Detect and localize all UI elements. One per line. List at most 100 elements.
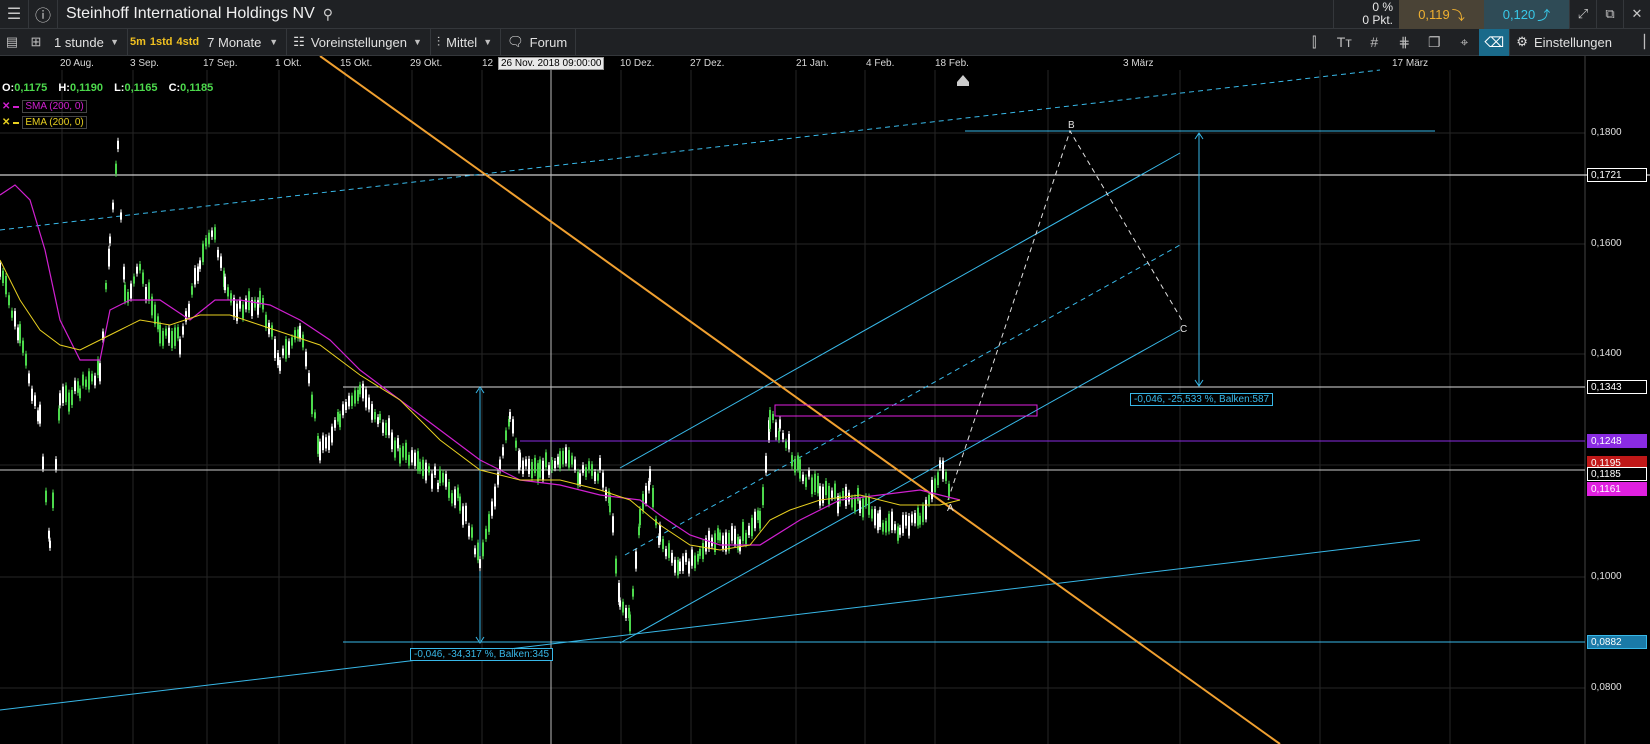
- text-tool-icon[interactable]: Tт: [1329, 29, 1359, 56]
- candle-body: [162, 330, 164, 346]
- ruler-icon[interactable]: ⫿: [1299, 29, 1329, 56]
- candle-body: [528, 458, 530, 475]
- candle-body: [491, 501, 493, 516]
- search-icon[interactable]: ⚲: [323, 6, 333, 23]
- candle-body: [834, 483, 836, 498]
- candle-body: [914, 512, 916, 524]
- candle-body: [274, 339, 276, 359]
- candle-body: [85, 379, 87, 387]
- candle-body: [602, 472, 604, 488]
- remove-sma-icon[interactable]: ✕: [2, 101, 10, 112]
- buy-button[interactable]: 0,120 ⤴: [1484, 0, 1569, 29]
- candle-body: [282, 348, 284, 356]
- candle-body: [445, 473, 447, 487]
- point-a-label: A: [947, 503, 954, 514]
- low-value: 0,1165: [124, 82, 158, 94]
- ema-swatch: [13, 121, 20, 124]
- menu-icon[interactable]: ☰: [0, 0, 29, 29]
- range-select[interactable]: 7 Monate ▼: [201, 28, 288, 56]
- candle-body: [377, 417, 379, 425]
- measure-label-left[interactable]: -0,046, -34,317 %, Balken:345: [410, 648, 554, 661]
- x-axis-tick-label: 3 März: [1123, 58, 1154, 69]
- channel-middle-dashed: [624, 244, 1181, 556]
- fibonacci-icon[interactable]: ⋕: [1389, 29, 1419, 56]
- candle-body: [871, 509, 873, 519]
- scroll-bar-icon[interactable]: ▕: [1630, 29, 1650, 56]
- candle-body: [479, 559, 481, 569]
- candle-body: [431, 473, 433, 489]
- candle-body: [822, 486, 824, 504]
- candle-body: [448, 481, 450, 498]
- candle-body: [31, 388, 33, 401]
- chart-canvas[interactable]: [0, 56, 1650, 744]
- chart-type-select[interactable]: ⫶ Mittel ▼: [431, 28, 502, 56]
- candle-body: [525, 459, 527, 467]
- candle-body: [277, 353, 279, 366]
- candle-body: [109, 236, 111, 244]
- crosshair-icon[interactable]: ⌖: [1449, 29, 1479, 56]
- candle-body: [214, 227, 216, 240]
- candle-body: [142, 272, 144, 284]
- candle-body: [28, 373, 30, 384]
- presets-select[interactable]: ☷ Voreinstellungen ▼: [287, 28, 431, 56]
- settings-button[interactable]: ⚙ Einstellungen: [1509, 28, 1630, 56]
- info-icon[interactable]: ⓘ: [29, 0, 58, 29]
- candle-body: [328, 435, 330, 450]
- quick-interval-5m[interactable]: 5m: [128, 36, 148, 48]
- indicator-legend-ema[interactable]: ✕ EMA (200, 0): [2, 116, 87, 129]
- x-axis-tick-label: 20 Aug.: [60, 58, 94, 69]
- candle-body: [217, 249, 219, 258]
- candle-body: [737, 536, 739, 550]
- candle-body: [762, 487, 764, 506]
- candle-body: [691, 549, 693, 566]
- candle-body: [911, 514, 913, 523]
- instrument-name: Steinhoff International Holdings NV: [66, 5, 315, 22]
- grid-icon[interactable]: #: [1359, 29, 1389, 56]
- candle-body: [609, 495, 611, 513]
- candle-body: [271, 325, 273, 337]
- candle-body: [757, 510, 759, 521]
- sma-swatch: [13, 105, 20, 108]
- candle-body: [148, 282, 150, 301]
- candle-body: [248, 291, 250, 311]
- candle-body: [565, 447, 567, 464]
- channel-lower: [619, 329, 1181, 644]
- candle-body: [888, 513, 890, 532]
- expand-icon[interactable]: ⤢: [1569, 0, 1596, 29]
- candle-body: [120, 212, 122, 220]
- presets-label: Voreinstellungen: [310, 34, 407, 50]
- candle-body: [385, 422, 387, 436]
- candle-body: [291, 337, 293, 346]
- price-chart[interactable]: [0, 56, 1650, 744]
- candle-body: [39, 404, 41, 424]
- candle-body: [694, 555, 696, 569]
- candle-body: [719, 532, 721, 541]
- candle-body: [188, 303, 190, 318]
- candle-body: [928, 495, 930, 505]
- quick-interval-4std[interactable]: 4std: [175, 36, 202, 48]
- sell-button[interactable]: 0,119 ⤵: [1399, 0, 1484, 29]
- candle-body: [699, 549, 701, 556]
- candle-body: [14, 311, 16, 327]
- indicator-legend-sma[interactable]: ✕ SMA (200, 0): [2, 100, 87, 113]
- measure-label-right[interactable]: -0,046, -25,533 %, Balken:587: [1130, 393, 1274, 406]
- draw-tool-icon[interactable]: ⌫: [1479, 28, 1510, 56]
- candle-body: [55, 459, 57, 470]
- forum-button[interactable]: 🗨 Forum: [501, 28, 577, 56]
- candle-body: [837, 496, 839, 514]
- remove-ema-icon[interactable]: ✕: [2, 117, 10, 128]
- candle-body: [2, 270, 4, 284]
- gear-icon: ⚙: [1516, 34, 1528, 49]
- interval-select[interactable]: 1 stunde ▼: [48, 28, 128, 56]
- point-b-label: B: [1068, 120, 1075, 131]
- close-icon[interactable]: ✕: [1623, 0, 1650, 29]
- copy-icon[interactable]: ❐: [1419, 29, 1449, 56]
- candle-body: [759, 510, 761, 529]
- quick-interval-1std[interactable]: 1std: [148, 36, 175, 48]
- candle-body: [322, 435, 324, 451]
- candle-body: [442, 472, 444, 483]
- candle-body: [302, 334, 304, 348]
- layout-icon[interactable]: ⊞: [24, 29, 48, 56]
- popout-icon[interactable]: ⧉: [1596, 0, 1623, 29]
- list-icon[interactable]: ▤: [0, 29, 24, 56]
